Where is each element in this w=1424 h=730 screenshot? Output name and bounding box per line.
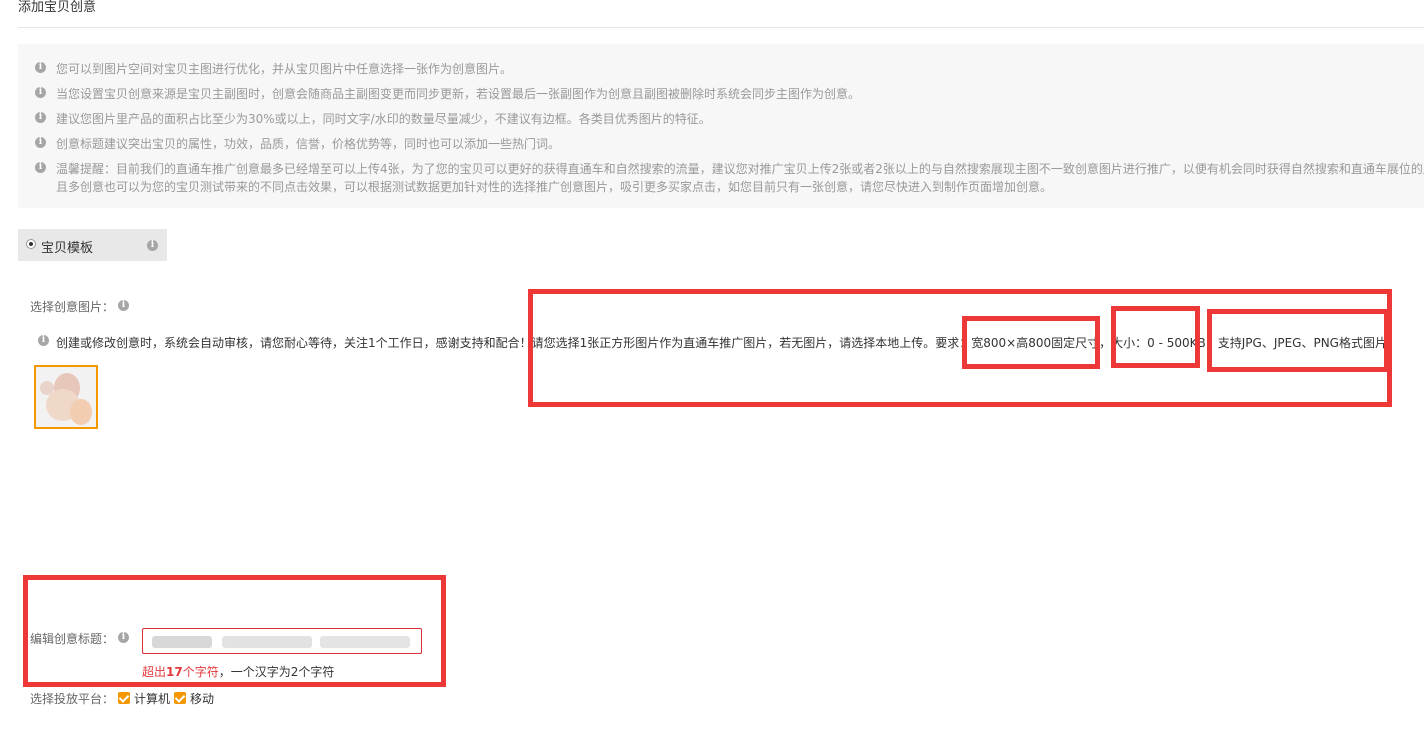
info-icon: i [35, 87, 46, 98]
info-icon: i [35, 162, 46, 173]
checkbox-checked-icon[interactable] [118, 692, 130, 704]
notice-text: 您可以到图片空间对宝贝主图进行优化，并从宝贝图片中任意选择一张作为创意图片。 [56, 62, 513, 76]
blurred-text [222, 636, 312, 648]
radio-selected-icon[interactable] [26, 239, 36, 249]
checkbox-checked-icon[interactable] [174, 692, 186, 704]
select-image-label: 选择创意图片： [30, 300, 115, 314]
notice-text: 温馨提醒：目前我们的直通车推广创意最多已经增至可以上传4张，为了您的宝贝可以更好… [56, 162, 1424, 176]
notice-text-continued: 且多创意也可以为您的宝贝测试带来的不同点击效果，可以根据测试数据更加针对性的选择… [56, 180, 1053, 194]
image-blur [40, 381, 54, 395]
notice-text: 建议您图片里产品的面积占比至少为30%或以上，同时文字/水印的数量尽量减少，不建… [56, 112, 711, 126]
info-icon[interactable]: i [118, 632, 129, 643]
page-root: 添加宝贝创意 i 您可以到图片空间对宝贝主图进行优化，并从宝贝图片中任意选择一张… [0, 0, 1424, 730]
info-icon[interactable]: i [147, 240, 158, 251]
platform-label: 选择投放平台： [30, 692, 115, 706]
template-label: 宝贝模板 [41, 241, 94, 256]
creative-image-thumbnail[interactable] [34, 365, 98, 429]
notice-text: 创意标题建议突出宝贝的属性，功效，品质，信誉，价格优势等，同时也可以添加一些热门… [56, 137, 561, 151]
notice-panel: i 您可以到图片空间对宝贝主图进行优化，并从宝贝图片中任意选择一张作为创意图片。… [18, 44, 1424, 208]
audit-text: 创建或修改创意时，系统会自动审核，请您耐心等待，关注1个工作日，感谢支持和配合！… [56, 336, 1399, 350]
hint-prefix: 超出 [142, 665, 167, 679]
info-icon: i [35, 62, 46, 73]
info-icon: i [35, 137, 46, 148]
hint-suffix: 个字符 [182, 665, 219, 679]
hint-count: 17 [166, 665, 183, 679]
info-icon: i [38, 335, 49, 346]
template-tab[interactable]: 宝贝模板 i [18, 229, 167, 261]
blurred-text [320, 636, 410, 648]
edit-title-label: 编辑创意标题： [30, 632, 115, 646]
notice-text: 当您设置宝贝创意来源是宝贝主副图时，创意会随商品主副图变更而同步更新，若设置最后… [56, 87, 861, 101]
platform-option-label: 计算机 [134, 692, 171, 706]
blurred-text [152, 636, 212, 648]
info-icon[interactable]: i [118, 300, 129, 311]
platform-option-label: 移动 [190, 692, 215, 706]
page-title: 添加宝贝创意 [18, 0, 97, 15]
title-length-hint: 超出17个字符，一个汉字为2个字符 [142, 663, 334, 680]
info-icon: i [35, 112, 46, 123]
hint-rest: ，一个汉字为2个字符 [218, 665, 335, 679]
image-blur [70, 399, 92, 425]
title-divider [18, 27, 1424, 28]
